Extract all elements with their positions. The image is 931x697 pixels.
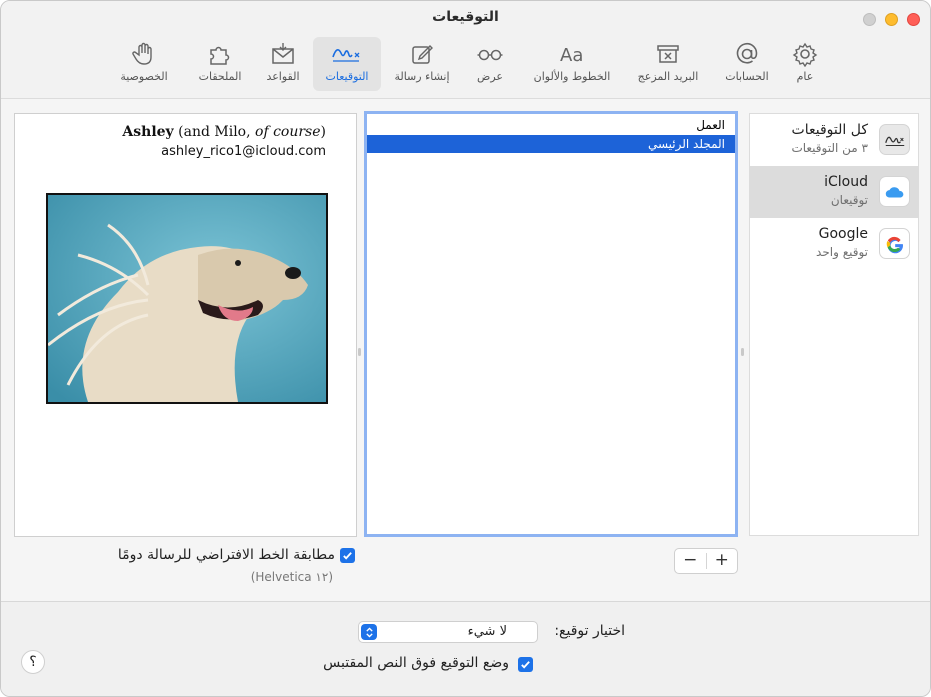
signature-name-close: ) [320, 124, 326, 140]
hand-icon [132, 42, 152, 65]
minimize-button[interactable] [885, 13, 898, 26]
signatures-list[interactable]: العمل المجلد الرئيسي [364, 111, 738, 537]
puzzle-icon [210, 46, 230, 65]
account-count: توقيعان [830, 193, 868, 207]
all-signatures-icon [879, 124, 910, 155]
font-info: (Helvetica ١٢) [250, 570, 333, 584]
account-icloud[interactable]: iCloud توقيعان [750, 166, 918, 218]
tab-accounts-label: الحسابات [725, 70, 769, 83]
toolbar: التوقيعات عام الحسابات البريد المزعج Aa … [1, 1, 930, 99]
checkmark-icon [343, 552, 352, 560]
add-remove-control: − + [674, 548, 738, 574]
signature-email: ashley_rico1@icloud.com [161, 144, 326, 159]
bottom-bar: اختيار توقيع: لا شيء وضع التوقيع فوق الن… [1, 601, 930, 696]
tab-privacy-label: الخصوصية [120, 70, 168, 83]
account-all-signatures[interactable]: كل التوقيعات ٣ من التوقيعات [750, 114, 918, 166]
account-name: iCloud [824, 174, 868, 190]
tab-general-label: عام [796, 70, 814, 83]
signature-name-italic: of course [255, 124, 321, 140]
signature-row-home[interactable]: المجلد الرئيسي [367, 135, 735, 153]
google-icon [879, 228, 910, 259]
tab-rules[interactable]: القواعد [260, 37, 306, 91]
add-signature-button[interactable]: + [707, 549, 738, 573]
account-count: ٣ من التوقيعات [791, 141, 868, 155]
tab-rules-label: القواعد [266, 70, 300, 83]
zoom-button[interactable] [863, 13, 876, 26]
window-title: التوقيعات [432, 9, 499, 25]
choose-signature-select[interactable]: لا شيء [358, 621, 538, 643]
signature-icon [332, 49, 360, 62]
tab-viewing[interactable]: عرض [467, 37, 513, 91]
tab-fonts-colors[interactable]: Aa الخطوط والألوان [526, 37, 618, 91]
signature-name: Ashley [122, 124, 174, 140]
tab-junk-mail[interactable]: البريد المزعج [628, 37, 708, 91]
tab-fonts-colors-label: الخطوط والألوان [533, 70, 611, 83]
match-font-label: مطابقة الخط الافتراضي للرسالة دومًا [117, 547, 335, 563]
account-google[interactable]: Google توقيع واحد [750, 218, 918, 270]
choose-signature-label: اختيار توقيع: [554, 623, 625, 639]
signature-row-work[interactable]: العمل [367, 116, 735, 134]
tab-accounts[interactable]: الحسابات [719, 37, 775, 91]
tab-extensions-label: الملحقات [198, 70, 242, 83]
remove-signature-button[interactable]: − [675, 549, 706, 573]
help-button[interactable]: ؟ [21, 650, 45, 674]
place-signature-checkbox[interactable] [518, 657, 533, 672]
tab-privacy[interactable]: الخصوصية [111, 37, 177, 91]
compose-icon [412, 45, 433, 64]
signature-preview[interactable]: Ashley (and Milo, of course) ashley_rico… [14, 113, 357, 537]
tab-composing[interactable]: إنشاء رسالة [388, 37, 456, 91]
signature-name-note: (and Milo, [173, 124, 256, 140]
close-button[interactable] [907, 13, 920, 26]
checkmark-icon [521, 661, 530, 669]
dog-photo [46, 193, 328, 404]
glasses-icon [477, 49, 503, 61]
gear-icon [792, 42, 818, 67]
splitter-handle[interactable] [741, 348, 744, 356]
account-name: كل التوقيعات [791, 122, 868, 138]
tab-signatures-label: التوقيعات [325, 70, 369, 83]
rules-envelope-icon [272, 43, 294, 64]
place-signature-label: وضع التوقيع فوق النص المقتبس [323, 655, 509, 671]
signatures-window: التوقيعات عام الحسابات البريد المزعج Aa … [0, 0, 931, 697]
choose-signature-value: لا شيء [467, 624, 507, 639]
fonts-icon: Aa [560, 45, 583, 66]
chevron-updown-icon [361, 624, 377, 640]
tab-composing-label: إنشاء رسالة [394, 70, 450, 83]
signature-name-line: Ashley (and Milo, of course) [122, 124, 326, 140]
match-font-checkbox[interactable] [340, 548, 355, 563]
svg-text:Aa: Aa [560, 45, 583, 66]
tab-signatures[interactable]: التوقيعات [313, 37, 381, 91]
tab-extensions[interactable]: الملحقات [190, 37, 250, 91]
tab-general[interactable]: عام [783, 37, 827, 91]
tab-viewing-label: عرض [477, 70, 503, 83]
splitter-handle[interactable] [358, 348, 361, 356]
at-sign-icon [736, 42, 758, 64]
junk-tray-icon [657, 45, 679, 63]
accounts-list: كل التوقيعات ٣ من التوقيعات iCloud توقيع… [749, 113, 919, 536]
account-name: Google [818, 226, 868, 242]
tab-junk-mail-label: البريد المزعج [637, 70, 699, 83]
account-count: توقيع واحد [816, 245, 868, 259]
icloud-icon [879, 176, 910, 207]
